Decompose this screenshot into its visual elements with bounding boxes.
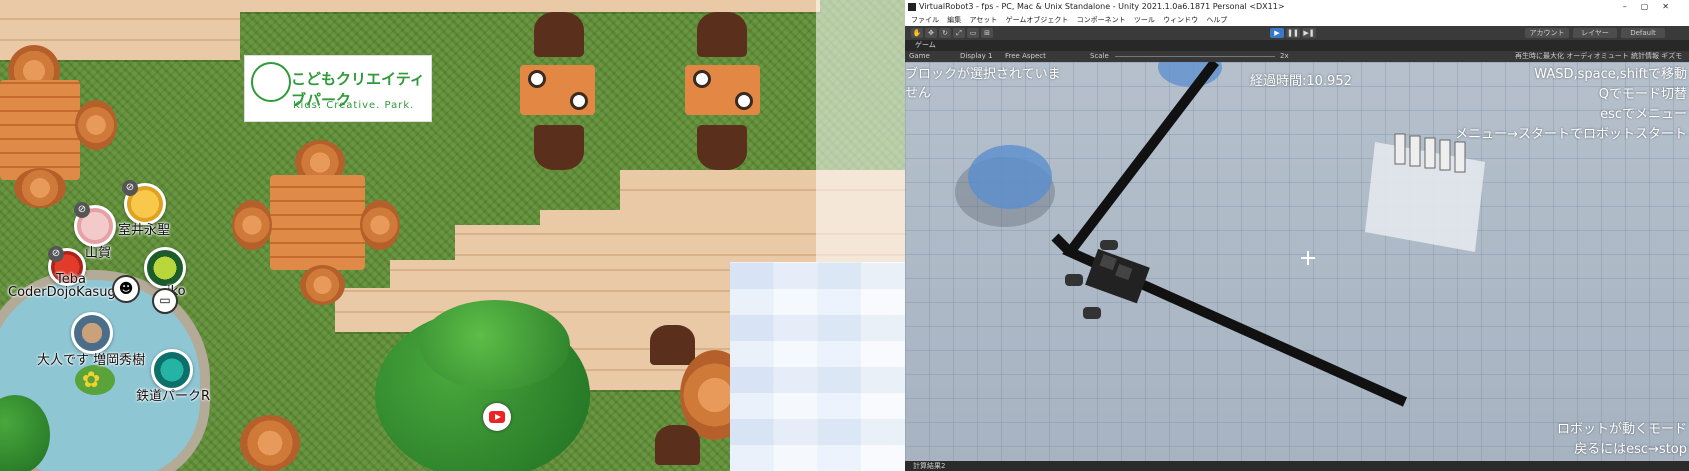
chair [650,325,695,365]
hud-elapsed-time: 経過時間:10.952 [1250,74,1352,89]
faded-area [816,0,905,262]
scale-value: 2x [1280,52,1289,60]
status-bar: 計算結果2 [905,461,1689,471]
log-stool [240,415,300,471]
blurred-overlay [730,262,905,471]
participant-name: CoderDojoKasuga [8,285,124,300]
hud-mode-robot: ロボットが動くモード [1556,422,1687,437]
scale-label: Scale [1090,52,1109,60]
scene-3d [955,62,1485,407]
hud-help-move: WASD,space,shiftで移動 [1534,67,1687,82]
avatar[interactable] [144,247,186,289]
hand-tool-icon[interactable]: ✋ [911,28,923,38]
status-text: 計算結果2 [913,462,946,470]
log-stool [75,100,117,150]
logo-subtitle: Kids. Creative. Park. [293,100,415,111]
unity-editor-window: VirtualRobot3 - fps - PC, Mac & Unix Sta… [905,0,1689,471]
flower-icon: ✿ [82,368,101,393]
tree-canopy [420,300,570,390]
scale-slider[interactable] [1115,56,1275,57]
move-tool-icon[interactable]: ✥ [925,28,937,38]
coffee-cup [735,92,753,110]
picnic-table [270,175,365,270]
chair [697,12,747,57]
layers-dropdown[interactable]: レイヤー [1573,28,1617,38]
picnic-table [0,80,80,180]
log-stool [14,168,66,208]
mic-muted-icon: ⊘ [48,246,64,262]
participant-name: 大人です 増岡秀樹 [37,353,146,368]
step-button[interactable]: ▶❚ [1302,28,1316,38]
log-stool [232,200,272,250]
maximize-button[interactable]: ▢ [1641,2,1663,11]
display-mode-dropdown[interactable]: Game [909,51,930,62]
pause-button[interactable]: ❚❚ [1286,28,1300,38]
hud-mode-exit: 戻るにはesc→stop [1574,442,1687,457]
participant-name: 山賀 [85,246,112,261]
crosshair-icon [1301,251,1315,265]
rotate-tool-icon[interactable]: ↻ [939,28,951,38]
window-controls[interactable]: –▢✕ [1623,0,1683,14]
hud-help-menu: escでメニュー [1600,107,1687,122]
aspect-dropdown[interactable]: Free Aspect [1005,51,1046,62]
coffee-cup [570,92,588,110]
play-button[interactable]: ▶ [1270,28,1284,38]
avatar[interactable] [71,312,113,354]
black-track-line [1062,62,1408,407]
screen-share-icon[interactable]: ▭ [152,288,178,314]
menu-item-edit[interactable]: 編集 [947,16,961,24]
menu-bar: ファイル 編集 アセット ゲームオブジェクト コンポーネント ツール ウィンドウ… [905,14,1689,26]
black-track-line [1051,233,1074,256]
blue-cylinder [968,145,1052,209]
chair [655,425,700,465]
layout-dropdown[interactable]: Default [1621,28,1665,38]
transform-tool-icon[interactable]: ⊞ [981,28,993,38]
unity-logo-icon [908,3,916,11]
hud-block-message-2: せん [905,86,932,101]
coffee-cup [528,70,546,88]
virtual-park-map[interactable]: ✿ こどもクリエイティブパーク Kids. Creative. Park. ⊘ … [0,0,905,471]
menu-item-assets[interactable]: アセット [969,16,997,24]
menu-item-component[interactable]: コンポーネント [1077,16,1126,24]
editor-toolbar: ✋ ✥ ↻ ⤢ ▭ ⊞ ▶ ❚❚ ▶❚ アカウント レイヤー Default [905,26,1689,40]
park-logo: こどもクリエイティブパーク Kids. Creative. Park. [244,55,432,122]
chair [534,125,584,170]
group-icon[interactable]: ☻ [112,275,140,303]
mic-muted-icon: ⊘ [122,180,138,196]
scale-tool-icon[interactable]: ⤢ [953,28,965,38]
youtube-icon[interactable] [483,403,511,431]
tab-game[interactable]: ゲーム [915,41,936,49]
close-button[interactable]: ✕ [1662,2,1683,11]
participant-name: 室井永聖 [118,223,171,238]
game-view-toolbar: Game Display 1 Free Aspect Scale 2x 再生時に… [905,51,1689,62]
hud-block-message: ブロックが選択されていま [905,67,1061,82]
menu-item-tools[interactable]: ツール [1134,16,1155,24]
participant-name: 鉄道パークR [136,389,211,404]
coffee-cup [693,70,711,88]
game-viewport[interactable]: ブロックが選択されていま せん 経過時間:10.952 WASD,space,s… [905,62,1689,461]
hud-help-mode: Qでモード切替 [1598,87,1687,102]
display-dropdown[interactable]: Display 1 [960,51,992,62]
mic-muted-icon: ⊘ [74,202,90,218]
wooden-deck [240,0,820,12]
game-tab-bar: ゲーム [905,40,1689,51]
chair [534,12,584,57]
chair [697,125,747,170]
wooden-deck [390,260,730,290]
menu-item-file[interactable]: ファイル [911,16,939,24]
account-dropdown[interactable]: アカウント [1525,28,1569,38]
window-titlebar: VirtualRobot3 - fps - PC, Mac & Unix Sta… [905,0,1689,14]
menu-item-help[interactable]: ヘルプ [1206,16,1227,24]
rect-tool-icon[interactable]: ▭ [967,28,979,38]
menu-item-gameobject[interactable]: ゲームオブジェクト [1006,16,1069,24]
window-title: VirtualRobot3 - fps - PC, Mac & Unix Sta… [919,2,1285,11]
hud-help-start: メニュー→スタートでロボットスタート [1455,127,1687,142]
log-stool [300,265,345,305]
log-stool [360,200,400,250]
menu-item-window[interactable]: ウィンドウ [1163,16,1198,24]
tree-logo-icon [251,62,291,102]
game-view-options[interactable]: 再生時に最大化 オーディオミュート 統計情報 ギズモ [1515,51,1682,62]
minimize-button[interactable]: – [1623,2,1641,11]
